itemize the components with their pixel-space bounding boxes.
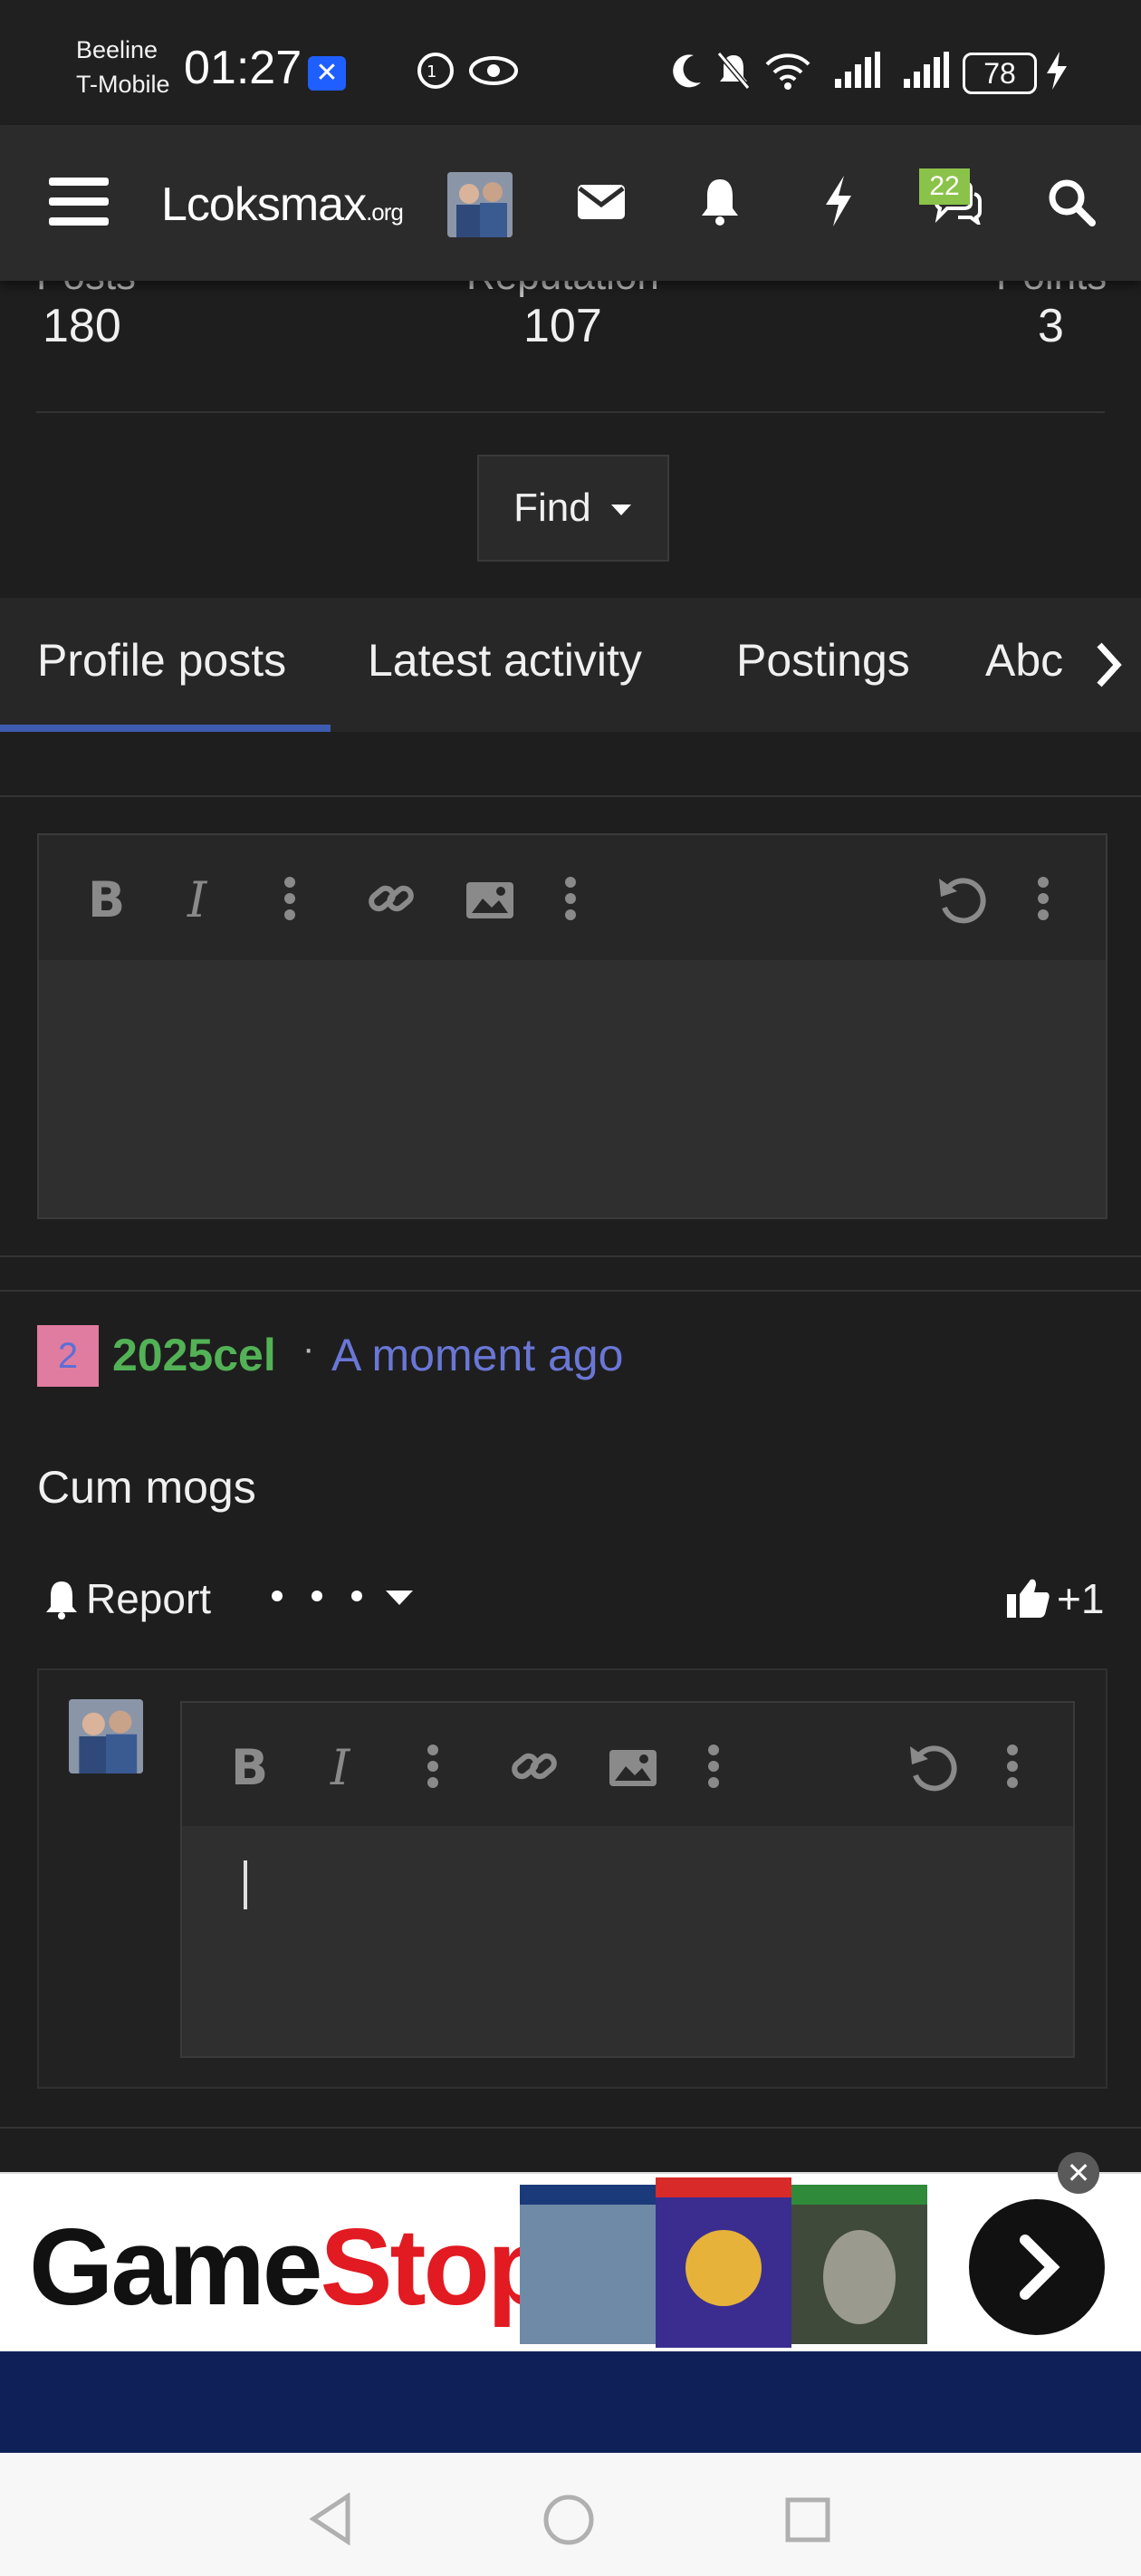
- section-divider-3: [0, 1290, 1141, 1292]
- reply-editor-toolbar: B I: [182, 1703, 1073, 1826]
- status-bar: Beeline T-Mobile 01:27 ✕ 1 78: [0, 0, 1141, 125]
- find-label: Find: [513, 485, 591, 530]
- svg-text:I: I: [330, 1743, 351, 1790]
- reply-avatar[interactable]: [69, 1699, 143, 1773]
- conversations-count-badge: 22: [919, 168, 970, 205]
- section-divider: [0, 795, 1141, 797]
- reply-italic-icon[interactable]: I: [327, 1743, 363, 1790]
- recents-icon[interactable]: [784, 2496, 831, 2543]
- clock: 01:27: [184, 42, 302, 94]
- chevron-right-icon[interactable]: [1092, 639, 1125, 690]
- back-icon[interactable]: [306, 2493, 355, 2545]
- reply-link-icon[interactable]: [510, 1745, 561, 1790]
- svg-text:B: B: [88, 875, 125, 922]
- eye-icon: [469, 56, 518, 85]
- charging-icon: [1047, 52, 1067, 90]
- image-icon[interactable]: [465, 880, 515, 920]
- stats-divider: [36, 411, 1105, 413]
- points-value[interactable]: 3: [1038, 299, 1064, 353]
- reply-bold-icon[interactable]: B: [229, 1743, 269, 1790]
- tab-latest-activity[interactable]: Latest activity: [368, 634, 642, 687]
- system-navigation-bar: [0, 2453, 1141, 2576]
- home-icon[interactable]: [542, 2493, 596, 2547]
- user-avatar[interactable]: [447, 172, 513, 237]
- svg-text:B: B: [231, 1743, 268, 1790]
- svg-text:I: I: [187, 875, 208, 922]
- ad-brand-black: Game: [29, 2206, 323, 2328]
- mail-icon[interactable]: [576, 181, 627, 223]
- editor-toolbar: B I: [39, 835, 1106, 960]
- alerts-bell-icon[interactable]: [697, 176, 743, 226]
- like-thumb-icon[interactable]: [1005, 1576, 1052, 1620]
- more-insert-icon[interactable]: [562, 875, 579, 922]
- svg-text:1: 1: [427, 62, 436, 82]
- poster-username[interactable]: 2025cel: [112, 1329, 276, 1381]
- ad-banner[interactable]: GameStop: [0, 2172, 1141, 2351]
- reputation-value: 107: [523, 300, 602, 352]
- posts-value[interactable]: 180: [43, 299, 121, 353]
- undo-icon[interactable]: [935, 875, 988, 924]
- profile-tabs: Profile posts Latest activity Postings A…: [0, 598, 1141, 732]
- caret-down-icon: [610, 505, 631, 516]
- carrier-1: Beeline: [76, 36, 158, 63]
- reply-more-options-icon[interactable]: [425, 1743, 441, 1790]
- bold-icon[interactable]: B: [86, 875, 126, 922]
- reply-avatar-image: [69, 1699, 143, 1773]
- member-stats: Posts 180 Reputation 107 Points 3: [0, 254, 1141, 412]
- logo-suffix: .org: [366, 198, 404, 226]
- tab-profile-posts[interactable]: Profile posts: [37, 634, 286, 687]
- search-icon[interactable]: [1047, 178, 1096, 226]
- tab-about[interactable]: Abc: [985, 634, 1063, 687]
- ad-game-covers-image: [520, 2177, 927, 2348]
- carrier-names: Beeline T-Mobile: [76, 33, 170, 101]
- editor-menu-icon[interactable]: [1035, 875, 1051, 922]
- report-link[interactable]: Report: [86, 1574, 211, 1623]
- reply-more-insert-icon[interactable]: [705, 1743, 722, 1790]
- tab-postings[interactable]: Postings: [736, 634, 910, 687]
- reply-image-icon[interactable]: [608, 1748, 658, 1788]
- ad-chevron-right-icon: [1020, 2235, 1060, 2300]
- ad-footer-band: [0, 2351, 1141, 2453]
- ad-brand-red: Stop: [320, 2206, 554, 2328]
- data-saver-icon: 1: [417, 53, 454, 89]
- menu-icon[interactable]: [47, 172, 110, 230]
- battery-indicator: 78: [963, 53, 1037, 94]
- moon-icon: [673, 54, 701, 88]
- carrier-2: T-Mobile: [76, 71, 170, 98]
- post-body: Cum mogs: [37, 1462, 256, 1513]
- profile-post-editor[interactable]: B I: [37, 833, 1107, 1219]
- bell-muted-icon: [716, 52, 751, 90]
- text-cursor: [244, 1860, 247, 1909]
- wifi-icon: [765, 53, 810, 90]
- link-icon[interactable]: [367, 877, 417, 922]
- reaction-count[interactable]: +1: [1057, 1574, 1104, 1623]
- more-options-icon[interactable]: [282, 875, 298, 922]
- find-button[interactable]: Find: [477, 455, 669, 562]
- site-logo[interactable]: Lcoksmax.org: [161, 178, 404, 232]
- italic-icon[interactable]: I: [184, 875, 220, 922]
- meta-separator: ·: [302, 1329, 315, 1369]
- signal-icon-2: [904, 52, 949, 88]
- signal-icon-1: [835, 52, 880, 88]
- active-tab-indicator: [0, 725, 331, 732]
- reply-undo-icon[interactable]: [906, 1743, 959, 1792]
- ad-arrow-button[interactable]: [969, 2199, 1105, 2335]
- site-header: Lcoksmax.org: [0, 125, 1141, 281]
- poster-avatar[interactable]: 2: [37, 1325, 99, 1387]
- reply-editor[interactable]: B I: [180, 1701, 1075, 2058]
- logo-text: Lcoksmax: [161, 178, 367, 231]
- whats-new-bolt-icon[interactable]: [820, 174, 857, 228]
- section-divider-2: [0, 1255, 1141, 1257]
- ad-close-button[interactable]: ✕: [1058, 2152, 1099, 2194]
- reply-editor-menu-icon[interactable]: [1004, 1743, 1021, 1790]
- ad-brand: GameStop: [29, 2205, 554, 2330]
- app-notification-icon: ✕: [308, 56, 346, 91]
- avatar-image: [447, 172, 513, 237]
- more-actions-icon[interactable]: [270, 1585, 417, 1618]
- post-timestamp[interactable]: A moment ago: [331, 1329, 623, 1381]
- section-divider-4: [0, 2127, 1141, 2129]
- report-bell-icon[interactable]: [43, 1580, 80, 1620]
